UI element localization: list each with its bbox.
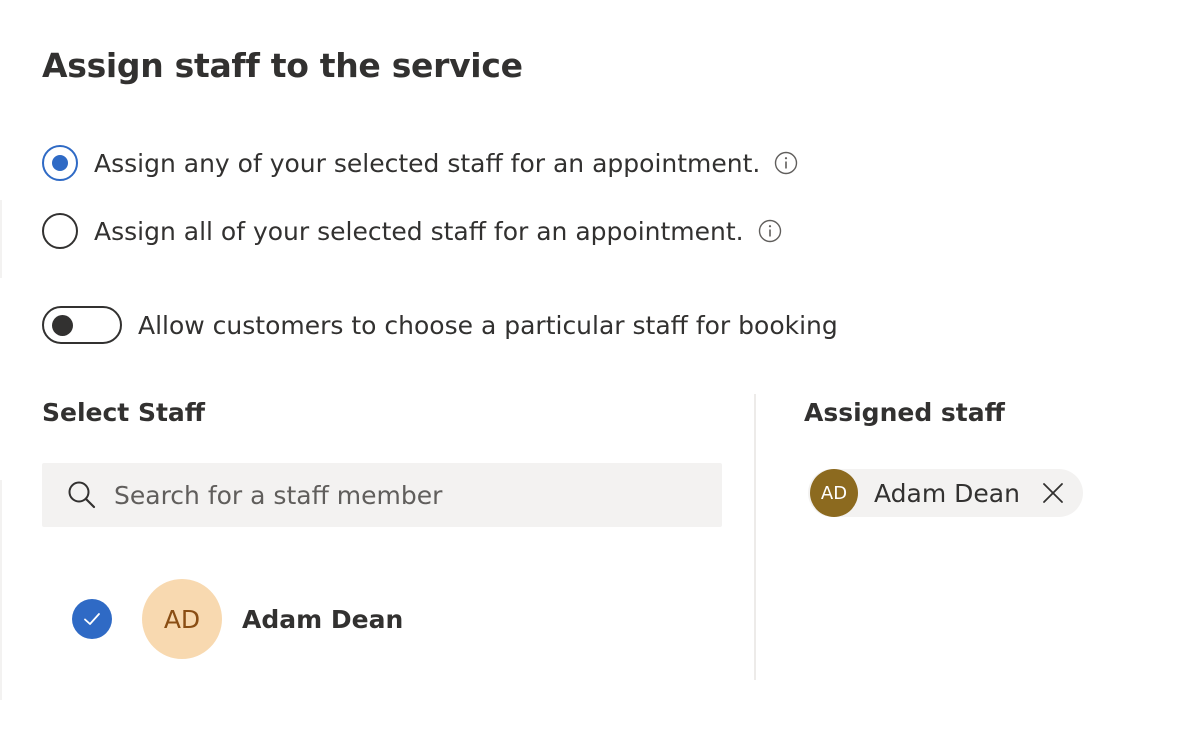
avatar: AD <box>142 579 222 659</box>
toggle-label: Allow customers to choose a particular s… <box>138 310 838 340</box>
radio-label-any-staff: Assign any of your selected staff for an… <box>94 148 761 178</box>
remove-staff-button[interactable] <box>1039 479 1067 507</box>
assigned-staff-heading: Assigned staff <box>804 398 1005 427</box>
chip-staff-name: Adam Dean <box>874 478 1020 508</box>
assigned-staff-chip: AD Adam Dean <box>808 469 1083 517</box>
search-icon <box>68 481 96 509</box>
radio-selected-dot <box>52 155 68 171</box>
page-title: Assign staff to the service <box>42 46 523 85</box>
customer-choose-staff-toggle[interactable] <box>42 306 122 344</box>
avatar: AD <box>810 469 858 517</box>
staff-checkbox-checked[interactable] <box>72 599 112 639</box>
left-edge-divider <box>0 480 2 700</box>
toggle-knob <box>52 315 73 336</box>
checkmark-icon <box>84 613 100 625</box>
close-icon <box>1043 483 1063 503</box>
radio-button-all-staff[interactable] <box>42 213 78 249</box>
radio-button-any-staff[interactable] <box>42 145 78 181</box>
radio-option-all-staff[interactable]: Assign all of your selected staff for an… <box>42 211 782 251</box>
radio-label-all-staff: Assign all of your selected staff for an… <box>94 216 744 246</box>
select-staff-heading: Select Staff <box>42 398 206 427</box>
customer-choose-staff-toggle-row[interactable]: Allow customers to choose a particular s… <box>42 306 838 344</box>
staff-name: Adam Dean <box>242 604 404 634</box>
column-divider <box>754 394 756 680</box>
info-icon[interactable] <box>774 151 798 175</box>
staff-search-box[interactable] <box>42 463 722 527</box>
radio-option-any-staff[interactable]: Assign any of your selected staff for an… <box>42 143 798 183</box>
search-input[interactable] <box>114 463 722 527</box>
left-edge-divider <box>0 200 2 278</box>
staff-list-item[interactable]: AD Adam Dean <box>72 578 403 660</box>
assign-staff-panel: Assign staff to the service Assign any o… <box>0 0 1184 736</box>
info-icon[interactable] <box>758 219 782 243</box>
